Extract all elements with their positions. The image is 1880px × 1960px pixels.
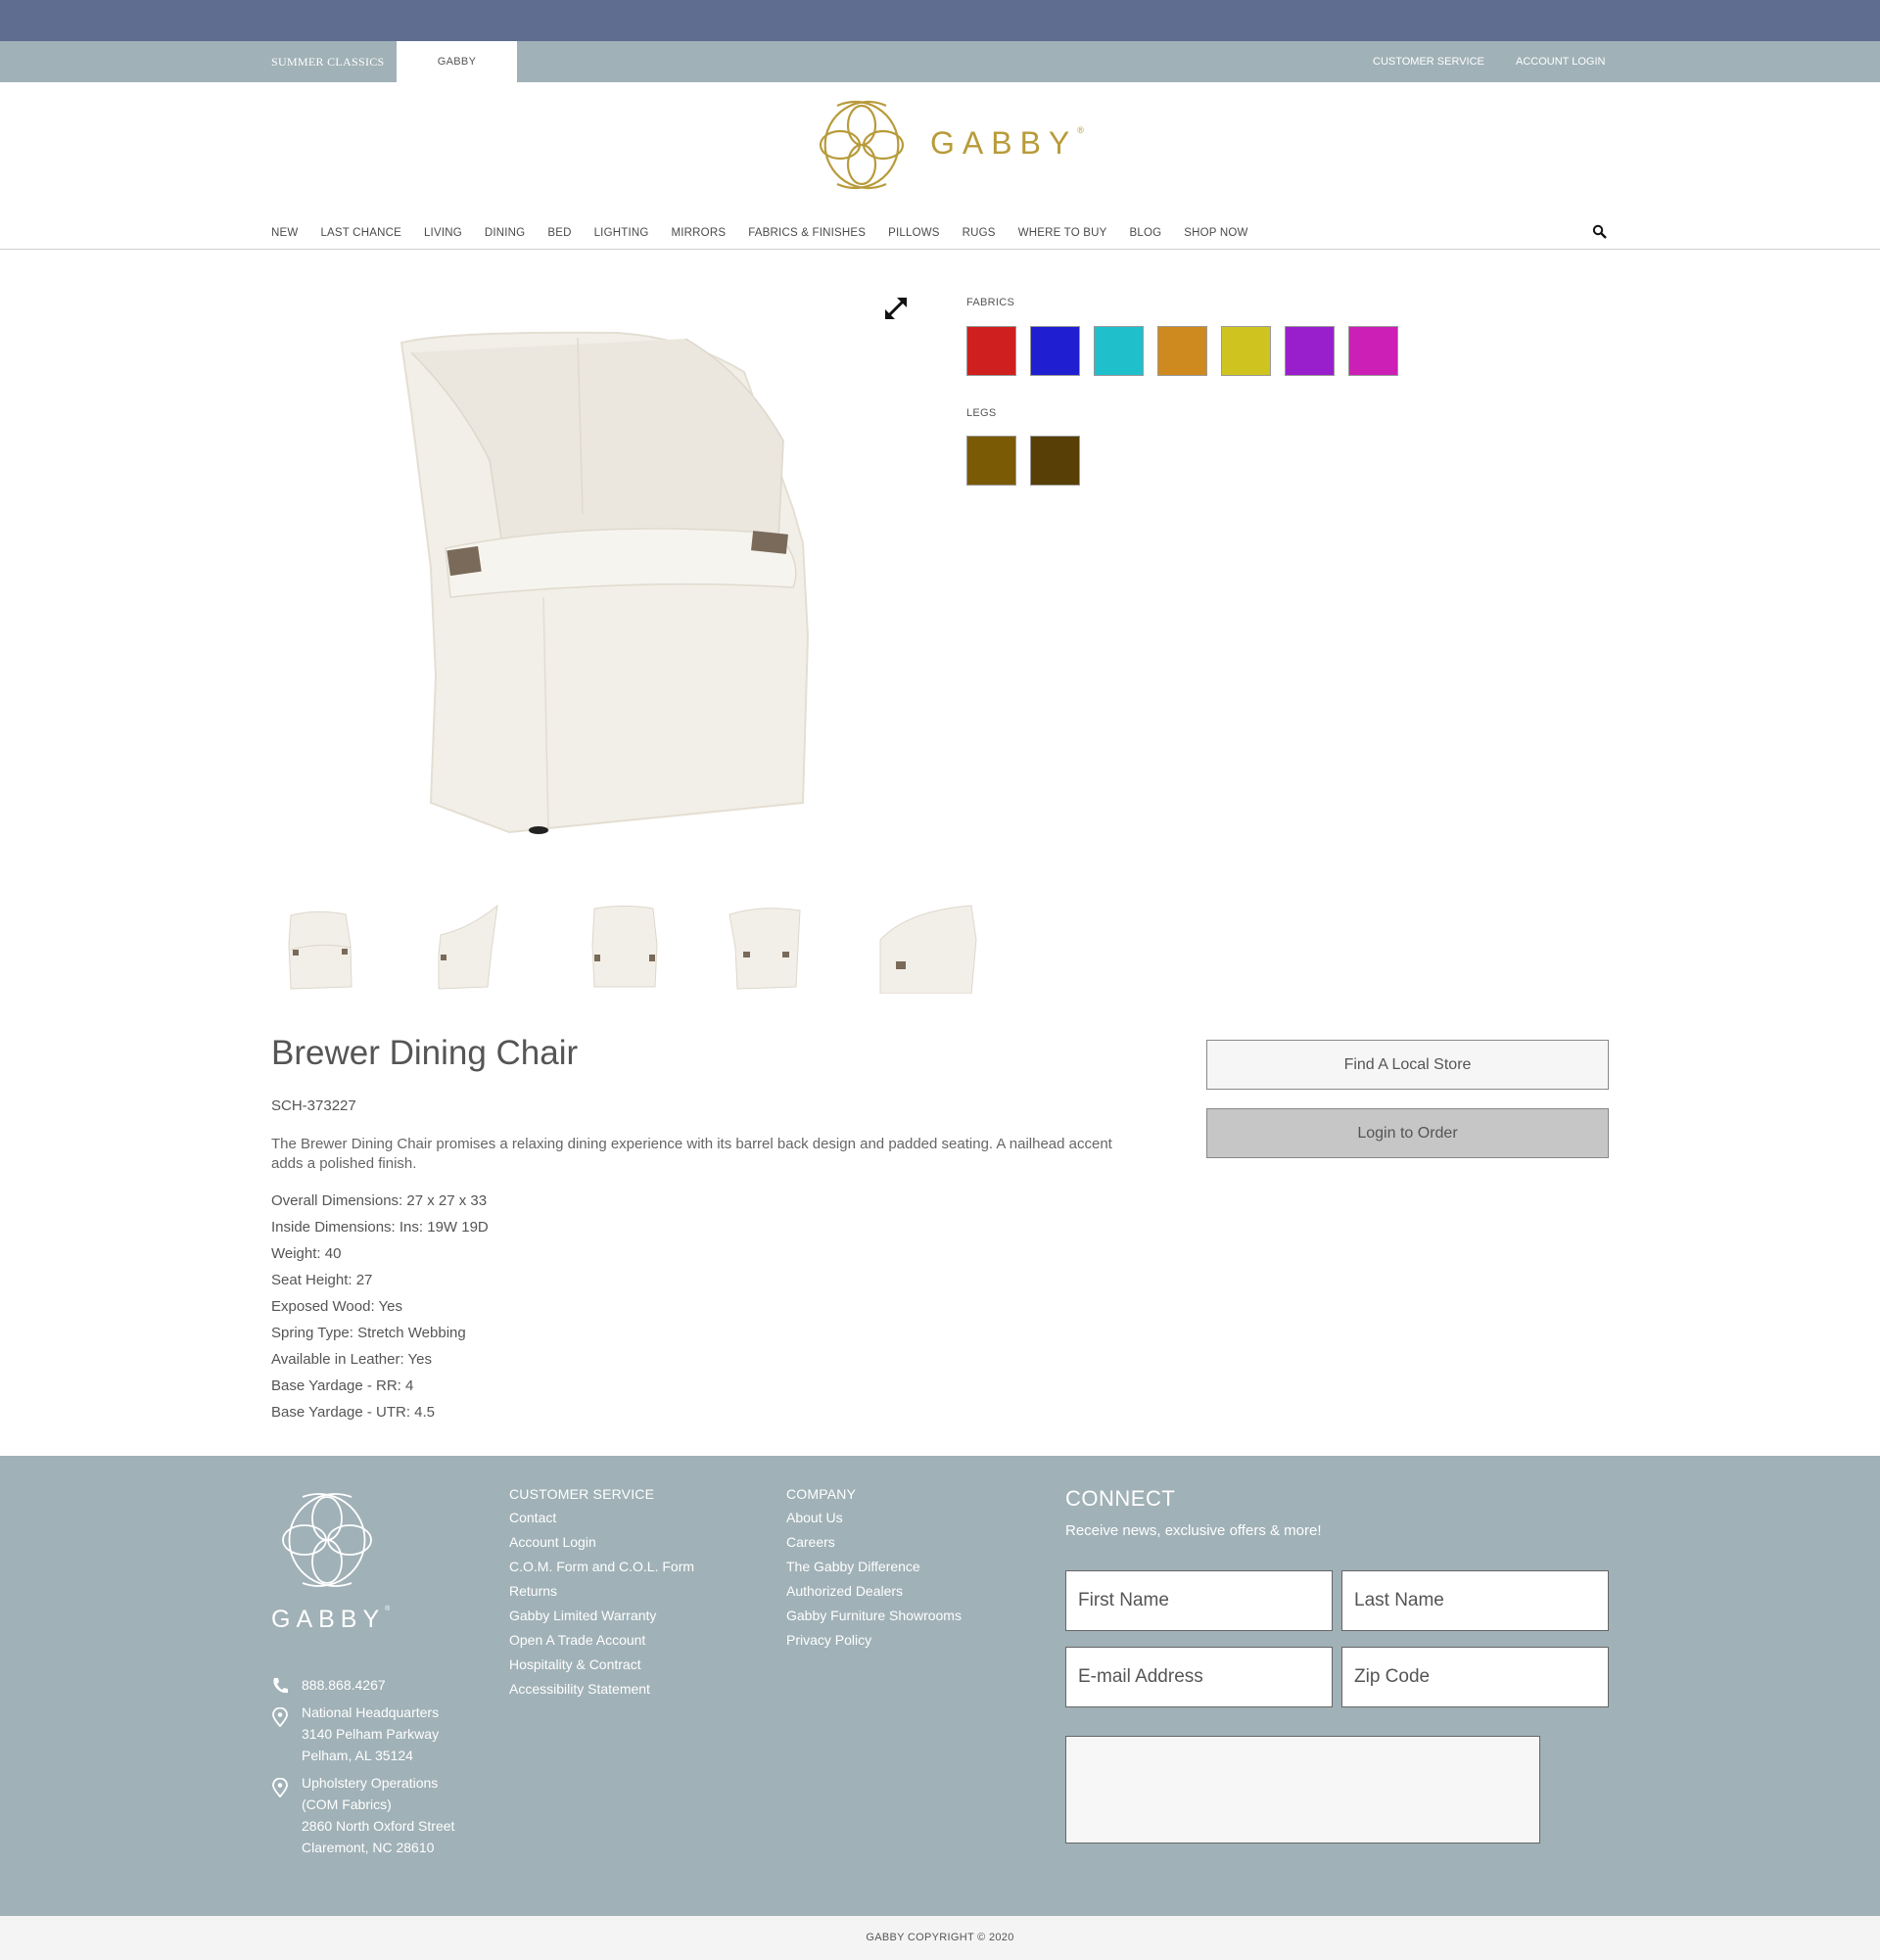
fabric-swatch-2[interactable]	[1030, 326, 1080, 376]
hq-line-3: Pelham, AL 35124	[302, 1748, 413, 1763]
expand-icon[interactable]	[881, 294, 911, 323]
nav-item-fabrics-finishes[interactable]: FABRICS & FINISHES	[748, 227, 866, 247]
first-name-field[interactable]	[1065, 1570, 1333, 1631]
upholstery-line-3: 2860 North Oxford Street	[302, 1818, 455, 1834]
nav-item-lighting[interactable]: LIGHTING	[594, 227, 649, 247]
footer-cs-heading: CUSTOMER SERVICE	[509, 1486, 655, 1502]
thumbnail-1[interactable]	[277, 901, 365, 994]
fabric-swatch-3[interactable]	[1094, 326, 1144, 376]
connect-heading: CONNECT	[1065, 1486, 1176, 1511]
thumbnail-4[interactable]	[722, 901, 810, 994]
product-sku: SCH-373227	[271, 1097, 356, 1114]
customer-service-link[interactable]: CUSTOMER SERVICE	[1373, 41, 1484, 82]
fabrics-label: FABRICS	[966, 297, 1015, 308]
footer-logo-icon[interactable]	[271, 1485, 383, 1595]
nav-item-mirrors[interactable]: MIRRORS	[672, 227, 727, 247]
connect-subheading: Receive news, exclusive offers & more!	[1065, 1522, 1322, 1539]
zip-code-field[interactable]	[1341, 1647, 1609, 1707]
fabric-swatch-4[interactable]	[1157, 326, 1207, 376]
nav-divider	[0, 249, 1880, 250]
product-specs: Overall Dimensions: 27 x 27 x 33 Inside …	[271, 1191, 489, 1429]
footer-link-returns[interactable]: Returns	[509, 1582, 694, 1607]
location-pin-icon	[272, 1707, 288, 1727]
hq-line-2: 3140 Pelham Parkway	[302, 1726, 440, 1742]
signup-captcha-box[interactable]	[1065, 1736, 1540, 1843]
spec-weight: Weight: 40	[271, 1245, 342, 1262]
email-field[interactable]	[1065, 1647, 1333, 1707]
upholstery-line-4: Claremont, NC 28610	[302, 1840, 435, 1855]
top-banner	[0, 0, 1880, 41]
footer-link-privacy-policy[interactable]: Privacy Policy	[786, 1631, 962, 1656]
nav-item-where-to-buy[interactable]: WHERE TO BUY	[1018, 227, 1107, 247]
footer-link-authorized-dealers[interactable]: Authorized Dealers	[786, 1582, 962, 1607]
tab-gabby[interactable]: GABBY	[397, 41, 517, 82]
nav-item-blog[interactable]: BLOG	[1129, 227, 1161, 247]
footer-link-hospitality[interactable]: Hospitality & Contract	[509, 1656, 694, 1680]
search-icon[interactable]	[1592, 224, 1608, 240]
brand-bar: SUMMER CLASSICS GABBY CUSTOMER SERVICE A…	[0, 41, 1880, 82]
nav-item-last-chance[interactable]: LAST CHANCE	[320, 227, 401, 247]
spec-overall-dimensions: Overall Dimensions: 27 x 27 x 33	[271, 1192, 488, 1209]
nav-item-living[interactable]: LIVING	[424, 227, 462, 247]
footer-link-trade-account[interactable]: Open A Trade Account	[509, 1631, 694, 1656]
copyright: GABBY COPYRIGHT © 2020	[0, 1916, 1880, 1960]
spec-seat-height: Seat Height: 27	[271, 1272, 373, 1288]
fabric-swatch-6[interactable]	[1285, 326, 1335, 376]
spec-inside-dimensions: Inside Dimensions: Ins: 19W 19D	[271, 1219, 489, 1236]
nav-item-new[interactable]: NEW	[271, 227, 298, 247]
footer-link-contact[interactable]: Contact	[509, 1509, 694, 1533]
footer-customer-service-column: CUSTOMER SERVICE Contact Account Login C…	[509, 1486, 694, 1704]
product-image[interactable]	[392, 313, 852, 842]
footer-link-warranty[interactable]: Gabby Limited Warranty	[509, 1607, 694, 1631]
spec-spring-type: Spring Type: Stretch Webbing	[271, 1325, 466, 1341]
leg-swatch-1[interactable]	[966, 436, 1016, 486]
fabric-swatch-1[interactable]	[966, 326, 1016, 376]
footer-phone-number[interactable]: 888.868.4267	[302, 1674, 386, 1696]
fabric-swatch-7[interactable]	[1348, 326, 1398, 376]
product-title: Brewer Dining Chair	[271, 1034, 579, 1072]
spec-base-yardage-rr: Base Yardage - RR: 4	[271, 1377, 414, 1394]
leg-swatch-2[interactable]	[1030, 436, 1080, 486]
footer-link-com-col-form[interactable]: C.O.M. Form and C.O.L. Form	[509, 1558, 694, 1582]
thumbnail-5[interactable]	[878, 901, 978, 994]
footer-company-column: COMPANY About Us Careers The Gabby Diffe…	[786, 1486, 962, 1656]
find-local-store-button[interactable]: Find A Local Store	[1206, 1040, 1609, 1090]
account-login-link[interactable]: ACCOUNT LOGIN	[1516, 41, 1605, 82]
nav-item-shop-now[interactable]: SHOP NOW	[1184, 227, 1247, 247]
thumbnail-3[interactable]	[581, 901, 669, 994]
last-name-field[interactable]	[1341, 1570, 1609, 1631]
hq-line-1: National Headquarters	[302, 1704, 440, 1720]
nav-item-rugs[interactable]: RUGS	[963, 227, 996, 247]
nav-item-bed[interactable]: BED	[547, 227, 571, 247]
spec-base-yardage-utr: Base Yardage - UTR: 4.5	[271, 1404, 436, 1421]
thumbnail-2[interactable]	[421, 901, 509, 994]
upholstery-line-1: Upholstery Operations	[302, 1775, 439, 1791]
tab-summer-classics[interactable]: SUMMER CLASSICS	[271, 41, 385, 82]
footer-link-account-login[interactable]: Account Login	[509, 1533, 694, 1558]
footer-link-careers[interactable]: Careers	[786, 1533, 962, 1558]
login-to-order-button[interactable]: Login to Order	[1206, 1108, 1609, 1158]
spec-available-in-leather: Available in Leather: Yes	[271, 1351, 433, 1368]
footer-link-accessibility[interactable]: Accessibility Statement	[509, 1680, 694, 1704]
main-nav: NEW LAST CHANCE LIVING DINING BED LIGHTI…	[271, 227, 1271, 247]
nav-item-dining[interactable]: DINING	[485, 227, 525, 247]
legs-label: LEGS	[966, 407, 997, 419]
footer-link-showrooms[interactable]: Gabby Furniture Showrooms	[786, 1607, 962, 1631]
location-pin-icon	[272, 1778, 288, 1797]
footer-company-heading: COMPANY	[786, 1486, 857, 1502]
spec-exposed-wood: Exposed Wood: Yes	[271, 1298, 402, 1315]
upholstery-line-2: (COM Fabrics)	[302, 1797, 392, 1812]
footer-link-gabby-difference[interactable]: The Gabby Difference	[786, 1558, 962, 1582]
phone-icon	[273, 1678, 288, 1694]
logo-wordmark: GABBY®	[930, 125, 1084, 161]
fabric-swatch-5[interactable]	[1221, 326, 1271, 376]
footer-logo-wordmark: GABBY®	[271, 1606, 391, 1633]
nav-item-pillows[interactable]: PILLOWS	[888, 227, 940, 247]
footer-link-about-us[interactable]: About Us	[786, 1509, 962, 1533]
product-description: The Brewer Dining Chair promises a relax…	[271, 1136, 1112, 1172]
